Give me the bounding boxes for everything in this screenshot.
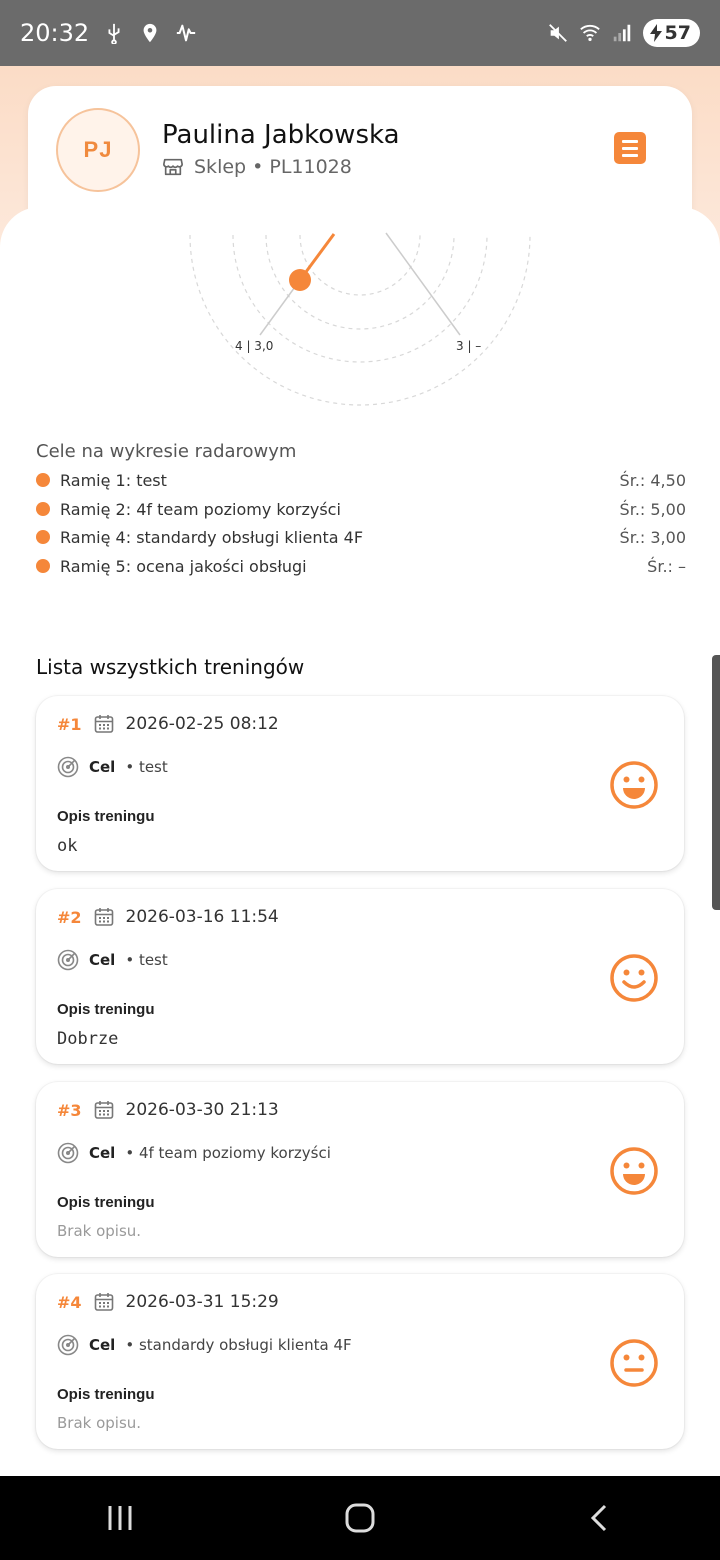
training-date: 2026-02-25 08:12 [125, 714, 279, 734]
calendar-icon [94, 1101, 113, 1119]
status-time: 20:32 [20, 19, 90, 47]
goal-label: Ramię 5: ocena jakości obsługi [60, 556, 307, 576]
goal-name: • 4f team poziomy korzyści [125, 1144, 331, 1162]
location-icon [143, 23, 157, 43]
calendar-icon [94, 908, 113, 926]
goal-label: Ramię 2: 4f team poziomy korzyści [60, 499, 341, 519]
goal-label: Ramię 1: test [60, 470, 167, 490]
description-text: Dobrze [57, 1029, 119, 1049]
menu-line-icon [622, 146, 638, 150]
goal-dot-icon [36, 559, 50, 573]
goal-dot-icon [36, 502, 50, 516]
neutral-face-icon [610, 1339, 658, 1387]
wifi-icon [579, 24, 600, 42]
goal-label: Cel [89, 758, 116, 776]
store-line: Sklep • PL11028 [194, 156, 352, 178]
mute-icon [548, 24, 567, 42]
battery-level: 57 [664, 22, 691, 44]
goal-name: • standardy obsługi klienta 4F [125, 1336, 352, 1354]
back-icon [590, 1504, 607, 1532]
home-icon [345, 1503, 375, 1533]
usb-icon [108, 23, 120, 44]
menu-line-icon [622, 139, 638, 143]
goal-dot-icon [36, 530, 50, 544]
target-icon [57, 949, 79, 971]
training-date: 2026-03-30 21:13 [125, 1100, 279, 1120]
description-label: Opis treningu [57, 1001, 155, 1018]
target-icon [57, 1334, 79, 1356]
battery-indicator: 57 [642, 19, 700, 47]
calendar-icon [94, 715, 113, 733]
goal-name: • test [125, 758, 168, 776]
radar-chart: 4 | 3,0 3 | – [189, 232, 531, 406]
description-label: Opis treningu [57, 1194, 155, 1211]
goal-item: Ramię 5: ocena jakości obsługi Śr.: – [36, 554, 686, 578]
goal-average: Śr.: 4,50 [619, 470, 686, 490]
goal-label: Cel [89, 1144, 116, 1162]
smile-face-icon [610, 954, 658, 1002]
target-icon [57, 756, 79, 778]
home-button[interactable] [330, 1488, 390, 1548]
signal-icon [613, 24, 630, 42]
training-card[interactable]: #1 2026-02-25 08:12 Cel • test Opis tren… [36, 696, 684, 871]
happy-face-icon [610, 1147, 658, 1195]
goal-dot-icon [36, 473, 50, 487]
profile-name: Paulina Jabkowska [162, 120, 400, 150]
status-bar: 20:32 57 [0, 0, 720, 66]
target-icon [57, 1142, 79, 1164]
goals-title: Cele na wykresie radarowym [36, 441, 297, 462]
goal-label: Cel [89, 1336, 116, 1354]
trainings-title: Lista wszystkich treningów [36, 655, 305, 679]
description-text: Brak opisu. [57, 1222, 142, 1240]
training-number: #4 [57, 1292, 82, 1312]
radar-axis-label: 4 | 3,0 [235, 339, 273, 353]
description-text: ok [57, 836, 78, 856]
training-number: #3 [57, 1100, 82, 1120]
back-button[interactable] [570, 1488, 630, 1548]
goal-average: Śr.: 5,00 [619, 499, 686, 519]
goal-item: Ramię 4: standardy obsługi klienta 4F Śr… [36, 525, 686, 549]
store-icon [163, 158, 183, 176]
charging-icon [649, 24, 662, 42]
goal-item: Ramię 2: 4f team poziomy korzyści Śr.: 5… [36, 497, 686, 521]
radar-axis-label: 3 | – [456, 339, 481, 353]
radar-point [289, 269, 311, 291]
goal-label: Ramię 4: standardy obsługi klienta 4F [60, 527, 364, 547]
recent-apps-button[interactable] [90, 1488, 150, 1548]
avatar: PJ [56, 108, 140, 192]
training-card[interactable]: #4 2026-03-31 15:29 Cel • standardy obsł… [36, 1274, 684, 1449]
activity-icon [177, 24, 196, 42]
description-label: Opis treningu [57, 808, 155, 825]
goal-name: • test [125, 951, 168, 969]
calendar-icon [94, 1293, 113, 1311]
menu-line-icon [622, 153, 638, 157]
menu-button[interactable] [614, 132, 646, 164]
training-number: #2 [57, 907, 82, 927]
goal-item: Ramię 1: test Śr.: 4,50 [36, 468, 686, 492]
description-label: Opis treningu [57, 1386, 155, 1403]
training-card[interactable]: #2 2026-03-16 11:54 Cel • test Opis tren… [36, 889, 684, 1064]
happy-face-icon [610, 761, 658, 809]
goal-label: Cel [89, 951, 116, 969]
profile-store: Sklep • PL11028 [162, 156, 352, 178]
training-date: 2026-03-31 15:29 [125, 1292, 279, 1312]
scrollbar-thumb[interactable] [712, 655, 720, 910]
goal-average: Śr.: 3,00 [619, 527, 686, 547]
training-number: #1 [57, 714, 82, 734]
navigation-bar [0, 1476, 720, 1560]
description-text: Brak opisu. [57, 1414, 142, 1432]
goal-average: Śr.: – [647, 556, 686, 576]
main-sheet: 4 | 3,0 3 | – Cele na wykresie radarowym… [0, 207, 720, 1477]
recent-apps-icon [108, 1506, 132, 1530]
training-card[interactable]: #3 2026-03-30 21:13 Cel • 4f team poziom… [36, 1082, 684, 1257]
training-date: 2026-03-16 11:54 [125, 907, 279, 927]
